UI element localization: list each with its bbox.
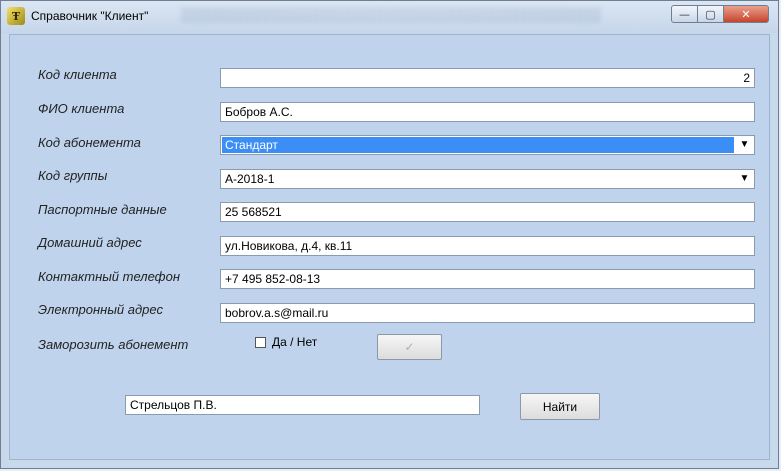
chevron-down-icon[interactable]: ▼ xyxy=(736,171,753,187)
client-directory-window: Ŧ Справочник "Клиент" — ▢ ✕ Код клиента … xyxy=(0,0,779,469)
confirm-freeze-button[interactable]: ✓ xyxy=(377,334,442,360)
search-input[interactable]: Стрельцов П.В. xyxy=(125,395,480,415)
group-code-combo[interactable]: А-2018-1 ▼ xyxy=(220,169,755,189)
close-button[interactable]: ✕ xyxy=(723,5,769,23)
chevron-down-icon[interactable]: ▼ xyxy=(736,137,753,153)
checkmark-icon: ✓ xyxy=(404,340,415,354)
minimize-button[interactable]: — xyxy=(671,5,698,23)
phone-field[interactable]: +7 495 852-08-13 xyxy=(220,269,755,289)
home-address-field[interactable]: ул.Новикова, д.4, кв.11 xyxy=(220,236,755,256)
client-code-field[interactable]: 2 xyxy=(220,68,755,88)
subscription-code-value: Стандарт xyxy=(221,136,735,154)
window-title: Справочник "Клиент" xyxy=(31,9,149,23)
client-name-label: ФИО клиента xyxy=(38,101,125,116)
client-code-label: Код клиента xyxy=(38,67,117,82)
email-field[interactable]: bobrov.a.s@mail.ru xyxy=(220,303,755,323)
group-code-label: Код группы xyxy=(38,168,108,183)
home-address-label: Домашний адрес xyxy=(38,235,142,250)
find-button[interactable]: Найти xyxy=(520,393,600,420)
phone-label: Контактный телефон xyxy=(38,269,181,284)
title-bar-ghost xyxy=(181,7,601,23)
maximize-button[interactable]: ▢ xyxy=(697,5,724,23)
subscription-code-label: Код абонемента xyxy=(38,135,141,150)
freeze-checkbox-label[interactable]: Да / Нет xyxy=(272,335,317,349)
passport-field[interactable]: 25 568521 xyxy=(220,202,755,222)
app-icon: Ŧ xyxy=(7,7,25,25)
freeze-subscription-label: Заморозить абонемент xyxy=(38,337,189,352)
form-panel: Код клиента 2 ФИО клиента Бобров А.С. Ко… xyxy=(9,34,770,460)
group-code-value: А-2018-1 xyxy=(225,172,275,186)
passport-label: Паспортные данные xyxy=(38,202,167,217)
email-label: Электронный адрес xyxy=(38,302,163,317)
freeze-checkbox[interactable] xyxy=(255,337,266,348)
client-name-field[interactable]: Бобров А.С. xyxy=(220,102,755,122)
title-bar[interactable]: Ŧ Справочник "Клиент" — ▢ ✕ xyxy=(1,1,778,33)
subscription-code-combo[interactable]: Стандарт ▼ xyxy=(220,135,755,155)
